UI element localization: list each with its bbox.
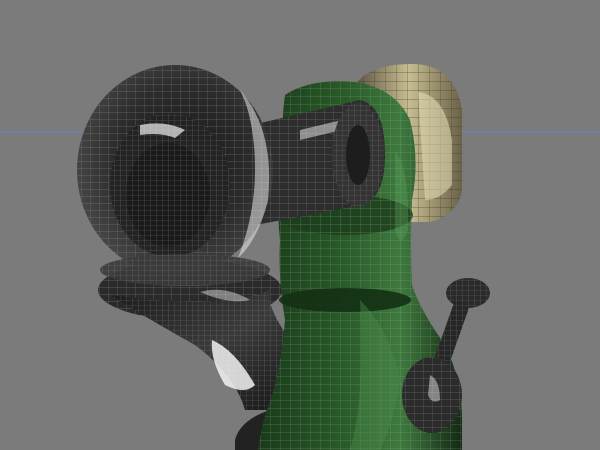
scene-render xyxy=(0,63,600,450)
3d-viewport[interactable] xyxy=(0,0,600,450)
